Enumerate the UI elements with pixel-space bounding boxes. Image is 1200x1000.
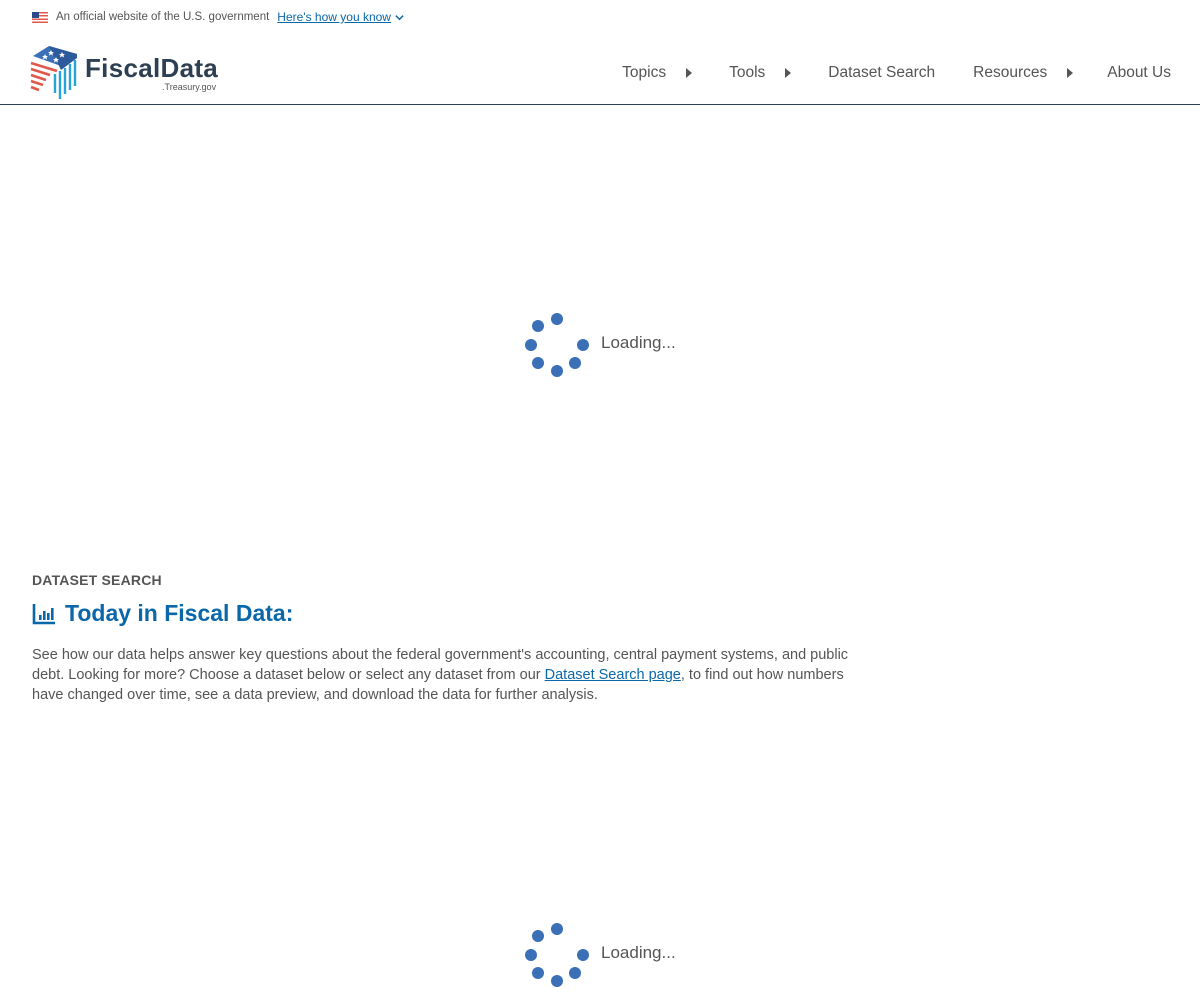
nav-dataset-search-label: Dataset Search — [828, 64, 936, 81]
loading-text: Loading... — [601, 332, 676, 352]
nav-resources[interactable]: Resources — [973, 64, 1074, 82]
dataset-search-page-link[interactable]: Dataset Search page — [545, 667, 681, 683]
bar-chart-icon — [32, 603, 55, 624]
caret-right-icon — [1067, 68, 1074, 78]
main-nav: Topics Tools Dataset Search Resources Ab… — [622, 64, 1171, 82]
nav-tools-label: Tools — [729, 64, 766, 81]
loading-indicator-top: Loading... — [524, 313, 676, 377]
nav-about-us[interactable]: About Us — [1107, 64, 1171, 82]
heres-how-you-know-link[interactable]: Here's how you know — [277, 10, 391, 24]
section-eyebrow: DATASET SEARCH — [32, 572, 162, 588]
section-description: See how our data helps answer key questi… — [32, 645, 862, 705]
section-title-row: Today in Fiscal Data: — [32, 600, 293, 627]
gov-banner-text: An official website of the U.S. governme… — [56, 11, 270, 23]
loading-text: Loading... — [601, 942, 676, 962]
us-flag-icon — [32, 11, 48, 23]
gov-banner: An official website of the U.S. governme… — [32, 9, 405, 25]
chevron-down-icon[interactable] — [394, 12, 405, 23]
spinner-icon — [524, 313, 590, 377]
nav-resources-label: Resources — [973, 64, 1048, 81]
caret-right-icon — [785, 68, 792, 78]
caret-right-icon — [686, 68, 693, 78]
loading-indicator-bottom: Loading... — [524, 923, 676, 987]
fiscal-data-logo-icon — [30, 46, 77, 99]
fiscal-data-logo[interactable]: FiscalData .Treasury.gov — [29, 44, 218, 100]
nav-topics[interactable]: Topics — [622, 64, 693, 82]
site-header: FiscalData .Treasury.gov Topics Tools Da… — [0, 36, 1200, 105]
nav-dataset-search[interactable]: Dataset Search — [828, 64, 935, 82]
section-title: Today in Fiscal Data: — [65, 600, 294, 626]
nav-tools[interactable]: Tools — [729, 64, 792, 82]
nav-topics-label: Topics — [622, 64, 667, 81]
logo-title: FiscalData — [85, 53, 219, 83]
spinner-icon — [524, 923, 590, 987]
nav-about-us-label: About Us — [1107, 64, 1171, 81]
logo-subtitle: .Treasury.gov — [162, 82, 217, 92]
